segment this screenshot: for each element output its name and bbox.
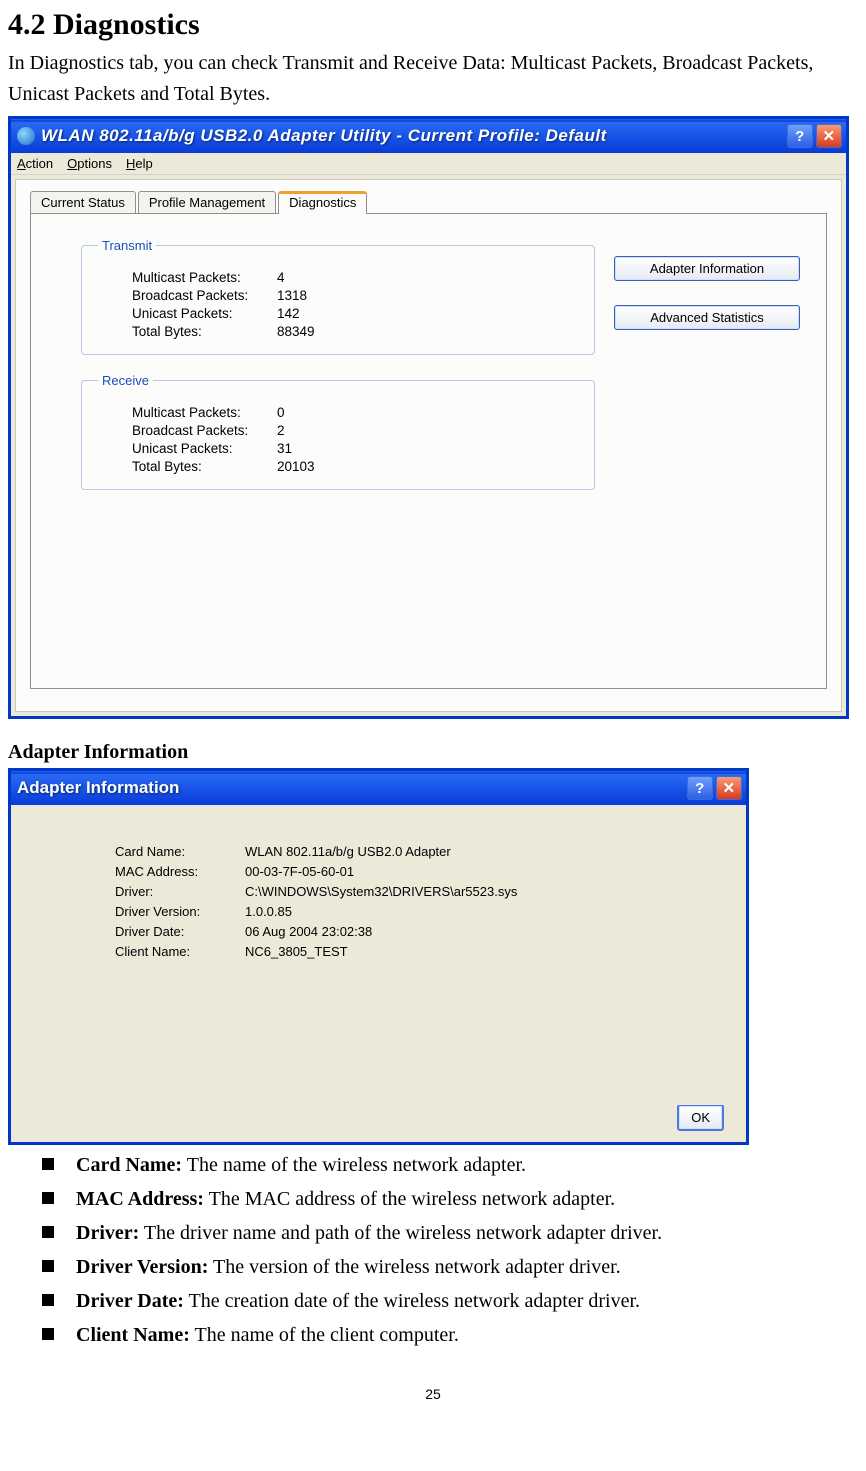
help-button-2[interactable]: ? <box>687 776 713 800</box>
ok-button[interactable]: OK <box>677 1104 724 1131</box>
side-buttons: Adapter Information Advanced Statistics <box>614 256 800 330</box>
advanced-statistics-button[interactable]: Advanced Statistics <box>614 305 800 330</box>
menu-help[interactable]: Help <box>126 156 153 171</box>
driver-version-value: 1.0.0.85 <box>245 904 292 919</box>
rx-unicast-value: 31 <box>277 441 292 456</box>
window-title: WLAN 802.11a/b/g USB2.0 Adapter Utility … <box>41 126 784 146</box>
driver-date-value: 06 Aug 2004 23:02:38 <box>245 924 372 939</box>
adapter-info-heading: Adapter Information <box>8 741 858 764</box>
client-name-value: NC6_3805_TEST <box>245 944 348 959</box>
tab-diagnostics[interactable]: Diagnostics <box>278 191 367 214</box>
list-item: Driver Version: The version of the wirel… <box>42 1253 858 1282</box>
info-body: Card Name:WLAN 802.11a/b/g USB2.0 Adapte… <box>11 805 746 1105</box>
card-name-value: WLAN 802.11a/b/g USB2.0 Adapter <box>245 844 451 859</box>
tab-profile-management[interactable]: Profile Management <box>138 191 276 214</box>
help-button[interactable]: ? <box>787 124 813 148</box>
card-name-label: Card Name: <box>115 844 245 859</box>
list-item: MAC Address: The MAC address of the wire… <box>42 1185 858 1214</box>
adapter-information-button[interactable]: Adapter Information <box>614 256 800 281</box>
close-button[interactable]: ✕ <box>816 124 842 148</box>
rx-broadcast-value: 2 <box>277 423 285 438</box>
rx-total-label: Total Bytes: <box>132 459 277 474</box>
tab-current-status[interactable]: Current Status <box>30 191 136 214</box>
adapter-info-window: Adapter Information ? ✕ Card Name:WLAN 8… <box>8 768 749 1145</box>
list-item: Card Name: The name of the wireless netw… <box>42 1151 858 1180</box>
section-intro: In Diagnostics tab, you can check Transm… <box>8 48 858 110</box>
page-number: 25 <box>8 1386 858 1402</box>
driver-label: Driver: <box>115 884 245 899</box>
content-area: Current Status Profile Management Diagno… <box>15 179 842 712</box>
list-item: Driver: The driver name and path of the … <box>42 1219 858 1248</box>
mac-address-label: MAC Address: <box>115 864 245 879</box>
transmit-legend: Transmit <box>98 238 156 253</box>
receive-legend: Receive <box>98 373 153 388</box>
list-item: Driver Date: The creation date of the wi… <box>42 1287 858 1316</box>
tx-broadcast-label: Broadcast Packets: <box>132 288 277 303</box>
tx-multicast-label: Multicast Packets: <box>132 270 277 285</box>
tx-broadcast-value: 1318 <box>277 288 307 303</box>
rx-broadcast-label: Broadcast Packets: <box>132 423 277 438</box>
titlebar-2: Adapter Information ? ✕ <box>11 771 746 805</box>
driver-date-label: Driver Date: <box>115 924 245 939</box>
tx-total-value: 88349 <box>277 324 315 339</box>
transmit-group: Transmit Multicast Packets:4 Broadcast P… <box>81 238 595 355</box>
tx-multicast-value: 4 <box>277 270 285 285</box>
description-list: Card Name: The name of the wireless netw… <box>8 1151 858 1350</box>
menubar: Action Options Help <box>11 153 846 175</box>
receive-group: Receive Multicast Packets:0 Broadcast Pa… <box>81 373 595 490</box>
rx-unicast-label: Unicast Packets: <box>132 441 277 456</box>
tabs: Current Status Profile Management Diagno… <box>30 191 827 214</box>
rx-multicast-value: 0 <box>277 405 285 420</box>
tx-total-label: Total Bytes: <box>132 324 277 339</box>
app-icon <box>17 127 35 145</box>
titlebar: WLAN 802.11a/b/g USB2.0 Adapter Utility … <box>11 119 846 153</box>
rx-total-value: 20103 <box>277 459 315 474</box>
driver-version-label: Driver Version: <box>115 904 245 919</box>
tx-unicast-value: 142 <box>277 306 300 321</box>
menu-action[interactable]: Action <box>17 156 53 171</box>
mac-address-value: 00-03-7F-05-60-01 <box>245 864 354 879</box>
close-button-2[interactable]: ✕ <box>716 776 742 800</box>
list-item: Client Name: The name of the client comp… <box>42 1321 858 1350</box>
diagnostics-window: WLAN 802.11a/b/g USB2.0 Adapter Utility … <box>8 116 849 719</box>
client-name-label: Client Name: <box>115 944 245 959</box>
tab-page: Transmit Multicast Packets:4 Broadcast P… <box>30 213 827 689</box>
menu-options[interactable]: Options <box>67 156 112 171</box>
tx-unicast-label: Unicast Packets: <box>132 306 277 321</box>
driver-value: C:\WINDOWS\System32\DRIVERS\ar5523.sys <box>245 884 517 899</box>
section-heading: 4.2 Diagnostics <box>8 8 858 42</box>
window2-title: Adapter Information <box>17 778 684 798</box>
rx-multicast-label: Multicast Packets: <box>132 405 277 420</box>
